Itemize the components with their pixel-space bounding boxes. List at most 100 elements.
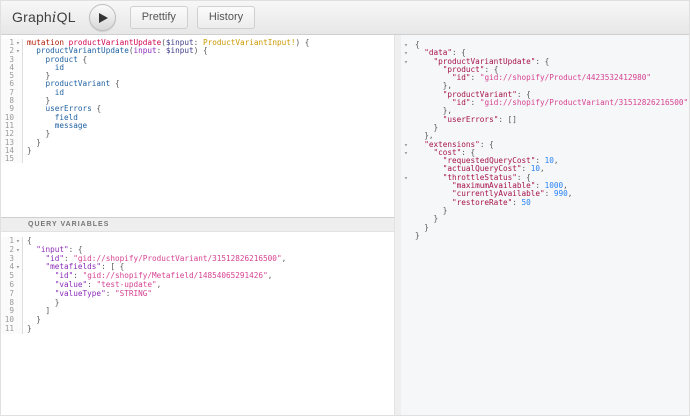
code-token-pu: } (27, 324, 32, 333)
code-token-pu: } (36, 315, 41, 324)
code-token-pu: , (540, 164, 545, 173)
fold-gutter-spacer (14, 56, 22, 64)
code-text: } (23, 325, 32, 334)
fold-gutter-spacer (14, 290, 22, 299)
fold-gutter-spacer (14, 130, 22, 138)
code-token-rk: "id" (452, 73, 471, 82)
code-token-pu: } (443, 206, 448, 215)
line-gutter: 11 (1, 325, 23, 334)
code-token-st: "test-update" (96, 280, 156, 289)
code-token-pl (27, 262, 46, 271)
code-token-pu: : (64, 254, 73, 263)
code-token-pl (27, 315, 36, 324)
code-token-pu: } (27, 146, 32, 155)
fold-toggle-icon[interactable]: ▾ (14, 47, 22, 55)
fold-gutter-spacer (14, 122, 22, 130)
execute-query-button[interactable] (89, 4, 116, 31)
fold-toggle-icon[interactable]: ▾ (401, 49, 411, 57)
code-token-pl (27, 271, 55, 280)
code-line: 8 } (1, 299, 394, 308)
code-token-pr: message (55, 121, 87, 130)
fold-toggle-icon[interactable]: ▾ (401, 141, 411, 149)
prettify-button[interactable]: Prettify (130, 6, 188, 29)
code-token-at: ProductVariantInput! (203, 38, 296, 47)
code-token-pu: : (545, 189, 554, 198)
code-line: 7 id (1, 89, 394, 97)
fold-gutter-spacer (14, 325, 22, 334)
code-line: } (401, 124, 689, 132)
code-token-pu: } (434, 214, 439, 223)
fold-toggle-icon[interactable]: ▾ (14, 39, 22, 47)
code-token-pu: ) { (194, 46, 208, 55)
fold-toggle-icon[interactable]: ▾ (401, 58, 411, 66)
line-number: 11 (1, 325, 14, 334)
code-line: 12 } (1, 130, 394, 138)
code-text: "id": "gid://shopify/ProductVariant/3151… (411, 99, 688, 107)
code-token-nu: 10 (545, 156, 554, 165)
query-variables-header[interactable]: QUERY VARIABLES (1, 217, 394, 232)
fold-toggle-icon[interactable]: ▾ (401, 149, 411, 157)
code-line: 9 ] (1, 307, 394, 316)
code-token-pu: } (415, 231, 420, 240)
fold-gutter-spacer (14, 316, 22, 325)
code-token-st: "STRING" (115, 289, 152, 298)
query-variables-label: QUERY VARIABLES (28, 221, 109, 228)
code-token-pu: : (471, 73, 480, 82)
code-token-pu: , (282, 254, 287, 263)
code-line: 4 id (1, 64, 394, 72)
code-token-pu: : (471, 98, 480, 107)
code-token-pu: { (110, 79, 119, 88)
code-token-st: "gid://shopify/Product/4423532412980" (480, 73, 651, 82)
query-variables-editor[interactable]: 1▾{2▾ "input": {3 "id": "gid://shopify/P… (1, 232, 394, 415)
line-gutter: 15 (1, 155, 23, 163)
code-line: } (401, 215, 689, 223)
code-token-rk: "restoreRate" (452, 198, 512, 207)
code-token-pl (27, 280, 55, 289)
code-token-pu: { (27, 236, 32, 245)
graphiql-app: GraphiQL Prettify History 1▾mutation pro… (0, 0, 690, 416)
query-editor[interactable]: 1▾mutation productVariantUpdate($input: … (1, 35, 394, 217)
fold-gutter-spacer (14, 272, 22, 281)
fold-toggle-icon[interactable]: ▾ (14, 263, 22, 272)
code-line: 13 } (1, 139, 394, 147)
fold-gutter-spacer (14, 105, 22, 113)
fold-toggle-icon[interactable]: ▾ (14, 237, 22, 246)
code-token-pu: , (568, 189, 573, 198)
code-token-pu: } (434, 123, 439, 132)
fold-gutter-spacer (14, 281, 22, 290)
code-token-ar: "metafields" (46, 262, 102, 271)
code-line: 10 } (1, 316, 394, 325)
code-token-pu: { (92, 104, 101, 113)
fold-gutter-spacer (14, 89, 22, 97)
editor-column: 1▾mutation productVariantUpdate($input: … (1, 35, 394, 415)
code-token-pu: ) { (296, 38, 310, 47)
fold-toggle-icon[interactable]: ▾ (401, 174, 411, 182)
fold-toggle-icon[interactable]: ▾ (401, 41, 411, 49)
code-line: 15 (1, 155, 394, 163)
code-token-pl (27, 289, 55, 298)
logo-text: Graph (12, 9, 52, 25)
code-text: } (411, 224, 429, 232)
fold-gutter-spacer (14, 80, 22, 88)
code-token-pu: , (268, 271, 273, 280)
code-token-nu: 10 (531, 164, 540, 173)
code-token-pu: : (157, 46, 166, 55)
code-token-pu: : { (480, 140, 494, 149)
code-token-vr: $input (166, 46, 194, 55)
panel-resize-handle[interactable] (394, 35, 401, 415)
code-token-ar: "valueType" (55, 289, 106, 298)
code-line: } (401, 224, 689, 232)
history-button[interactable]: History (197, 6, 255, 29)
code-token-pl (27, 245, 36, 254)
code-line: } (401, 207, 689, 215)
fold-toggle-icon[interactable]: ▾ (14, 246, 22, 255)
code-token-ar: "input" (36, 245, 68, 254)
code-token-pr: id (55, 63, 64, 72)
code-line: "userErrors": [] (401, 116, 689, 124)
code-line: } (401, 232, 689, 240)
code-token-pu: } (424, 223, 429, 232)
code-token-pl (27, 298, 55, 307)
code-token-nu: 50 (521, 198, 530, 207)
code-token-pu: , (554, 156, 559, 165)
code-text: } (23, 316, 41, 325)
